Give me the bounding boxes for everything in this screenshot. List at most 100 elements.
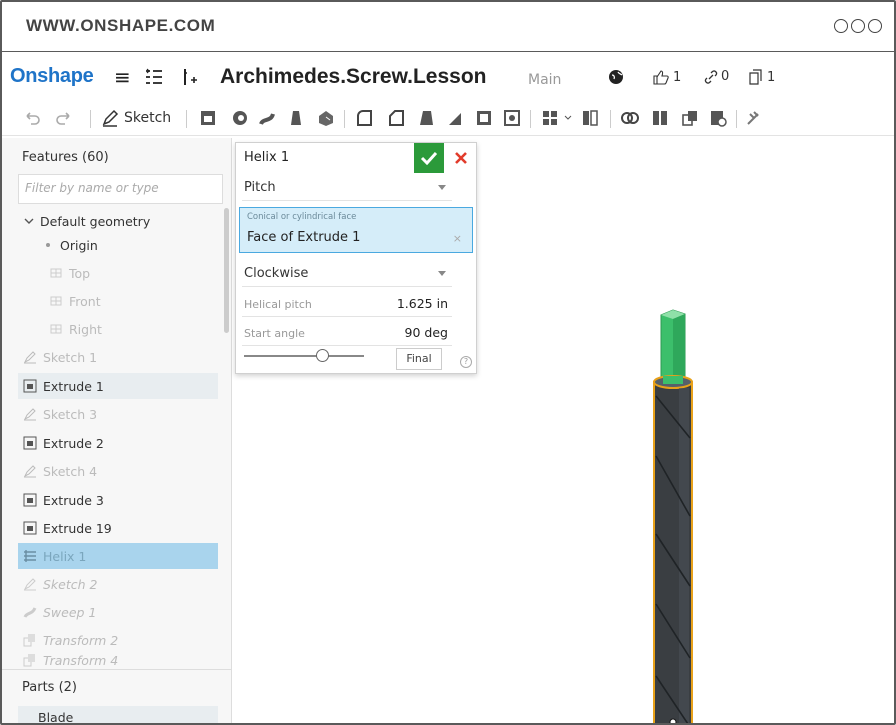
field-value[interactable]: 1.625 in [397, 296, 448, 311]
window-controls[interactable] [834, 19, 882, 33]
extrude-icon [23, 493, 37, 507]
tree-item-top-plane[interactable]: Top [18, 260, 218, 286]
tree-item-front-plane[interactable]: Front [18, 288, 218, 314]
draft-icon[interactable] [416, 108, 436, 128]
more-tools-icon[interactable] [744, 108, 764, 128]
hole-icon[interactable] [502, 108, 522, 128]
delete-part-icon[interactable] [708, 108, 728, 128]
tree-label: Right [69, 321, 102, 337]
tree-item-sweep-1[interactable]: Sweep 1 [18, 599, 218, 625]
mirror-icon[interactable] [580, 108, 600, 128]
transform-icon[interactable] [680, 108, 700, 128]
tree-item-sketch-3[interactable]: Sketch 3 [18, 401, 218, 427]
tree-label: Extrude 19 [43, 520, 112, 536]
select-value: Pitch [244, 180, 276, 195]
transform-icon [23, 634, 35, 647]
sketch-pencil-icon[interactable] [100, 108, 120, 128]
tree-label: Sweep 1 [43, 604, 97, 620]
onshape-logo[interactable]: Onshape [10, 65, 94, 88]
tree-label: Extrude 2 [43, 435, 104, 451]
thicken-icon[interactable] [316, 108, 336, 128]
like-metric[interactable]: 1 [652, 69, 681, 85]
cancel-button[interactable] [450, 146, 472, 170]
circle-icon[interactable] [851, 19, 865, 33]
select-value: Clockwise [244, 266, 309, 281]
versions-metric[interactable]: 1 [748, 69, 775, 85]
checkmark-icon [420, 151, 438, 165]
circle-icon[interactable] [868, 19, 882, 33]
fillet-icon[interactable] [354, 108, 374, 128]
boolean-icon[interactable] [620, 108, 640, 128]
rib-icon[interactable] [446, 108, 466, 128]
tree-item-helix-1[interactable]: Helix 1 [18, 543, 218, 569]
start-angle-field[interactable]: Start angle 90 deg [242, 320, 452, 346]
feature-list-scrollbar[interactable] [224, 208, 229, 333]
extrude-icon [23, 379, 37, 393]
tree-item-extrude-2[interactable]: Extrude 2 [18, 430, 218, 456]
feature-filter-input[interactable]: Filter by name or type [18, 174, 223, 204]
chevron-down-icon[interactable] [24, 216, 34, 226]
accept-button[interactable] [414, 143, 444, 173]
toolbar-divider [610, 110, 611, 128]
tree-item-sketch-1[interactable]: Sketch 1 [18, 344, 218, 370]
tree-label: Sketch 3 [43, 406, 98, 422]
toolbar-divider [344, 110, 345, 128]
tree-group-default-geometry[interactable]: Default geometry [18, 208, 218, 234]
extrude-icon[interactable] [198, 108, 218, 128]
tree-item-transform-4[interactable]: Transform 4 [18, 653, 218, 667]
slider-knob[interactable] [315, 349, 329, 362]
hamburger-menu-icon[interactable]: ≡ [114, 65, 131, 89]
helical-pitch-field[interactable]: Helical pitch 1.625 in [242, 291, 452, 317]
final-button[interactable]: Final [396, 348, 442, 370]
loft-icon[interactable] [286, 108, 306, 128]
chevron-down-icon[interactable] [564, 114, 572, 122]
face-query-label: Conical or cylindrical face [247, 212, 357, 222]
tree-item-sketch-4[interactable]: Sketch 4 [18, 458, 218, 484]
insert-icon[interactable] [180, 67, 198, 91]
pattern-icon[interactable] [540, 108, 560, 128]
tree-item-extrude-19[interactable]: Extrude 19 [18, 515, 218, 541]
thumbs-up-icon [653, 70, 669, 85]
revolve-icon[interactable] [230, 108, 250, 128]
clear-selection-icon[interactable]: × [453, 232, 462, 245]
help-icon[interactable]: ? [460, 356, 472, 368]
tree-item-extrude-3[interactable]: Extrude 3 [18, 487, 218, 513]
helix-type-select[interactable]: Pitch [242, 175, 452, 201]
close-icon [455, 152, 467, 164]
split-icon[interactable] [650, 108, 670, 128]
circle-icon[interactable] [834, 19, 848, 33]
tree-label: Sketch 4 [43, 463, 98, 479]
tree-label: Extrude 3 [43, 492, 104, 508]
chamfer-icon[interactable] [386, 108, 406, 128]
tree-item-right-plane[interactable]: Right [18, 316, 218, 342]
field-label: Start angle [244, 327, 305, 340]
redo-icon[interactable] [54, 108, 74, 128]
browser-url-bar: WWW.ONSHAPE.COM [2, 2, 894, 52]
sketch-button[interactable]: Sketch [124, 110, 171, 126]
feature-toolbar: Sketch [2, 102, 894, 136]
tree-label: Sketch 1 [43, 349, 98, 365]
tree-item-transform-2[interactable]: Transform 2 [18, 627, 218, 653]
tree-label: Extrude 1 [43, 378, 104, 394]
part-item-blade[interactable]: Blade [18, 706, 218, 723]
branch-label[interactable]: Main [528, 72, 561, 88]
direction-select[interactable]: Clockwise [242, 261, 452, 287]
field-value[interactable]: 90 deg [405, 325, 448, 340]
link-icon [704, 69, 718, 84]
extrude-icon [23, 521, 37, 535]
feature-list-icon[interactable] [144, 67, 164, 91]
face-query-field[interactable]: Conical or cylindrical face Face of Extr… [239, 207, 473, 253]
rollback-slider[interactable] [244, 349, 364, 362]
tree-item-sketch-2[interactable]: Sketch 2 [18, 571, 218, 597]
plane-icon [50, 268, 62, 278]
globe-icon[interactable] [608, 69, 624, 85]
versions-icon [749, 69, 762, 85]
sweep-icon[interactable] [258, 108, 278, 128]
document-title[interactable]: Archimedes.Screw.Lesson [220, 65, 487, 89]
link-metric[interactable]: 0 [704, 69, 729, 84]
origin-dot-icon [46, 243, 50, 247]
tree-item-origin[interactable]: Origin [18, 232, 218, 258]
tree-item-extrude-1[interactable]: Extrude 1 [18, 373, 218, 399]
undo-icon[interactable] [22, 108, 42, 128]
shell-icon[interactable] [474, 108, 494, 128]
